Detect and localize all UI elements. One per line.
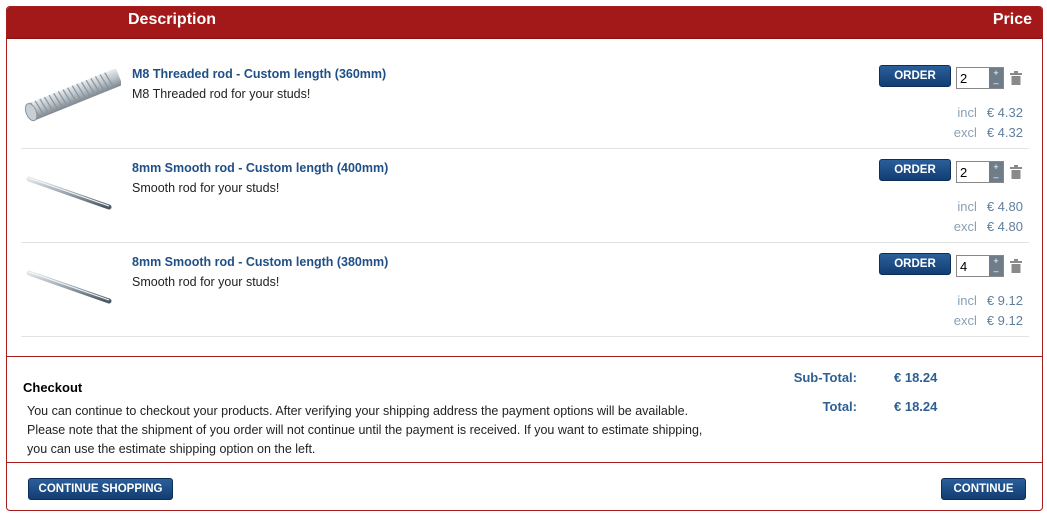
order-button[interactable]: ORDER [879,159,951,181]
excl-value: € 4.32 [986,125,1023,140]
order-button[interactable]: ORDER [879,253,951,275]
cart-panel: Description Price M8 Threaded rod - Cust… [6,6,1043,511]
item-subtitle: M8 Threaded rod for your studs! [132,87,311,101]
checkout-text: You can continue to checkout your produc… [27,404,703,456]
excl-label: excl [953,219,977,234]
incl-value: € 4.32 [986,105,1023,120]
increment-icon[interactable]: + [989,256,1003,266]
smooth-rod-image [26,270,112,304]
cart-item: 8mm Smooth rod - Custom length (380mm) S… [21,243,1029,337]
subtotal-label: Sub-Total: [793,370,857,385]
cart-header: Description Price [7,7,1042,39]
increment-icon[interactable]: + [989,162,1003,172]
decrement-icon[interactable]: – [989,266,1003,276]
item-subtitle: Smooth rod for your studs! [132,275,280,289]
quantity-stepper[interactable]: 2 + – [956,161,1004,183]
price-header: Price [992,11,1032,28]
cart-item: M8 Threaded rod - Custom length (360mm) … [21,55,1029,149]
continue-button[interactable]: CONTINUE [941,478,1026,500]
order-button[interactable]: ORDER [879,65,951,87]
price-incl: incl € 9.12 [943,293,1023,308]
excl-label: excl [953,125,977,140]
footer-divider [7,462,1042,463]
smooth-rod-image [26,176,112,210]
total-value: € 18.24 [894,399,938,414]
decrement-icon[interactable]: – [989,78,1003,88]
item-subtitle: Smooth rod for your studs! [132,181,280,195]
incl-value: € 9.12 [986,293,1023,308]
quantity-stepper[interactable]: 2 + – [956,67,1004,89]
excl-value: € 4.80 [986,219,1023,234]
price-excl: excl € 4.80 [943,219,1023,234]
increment-icon[interactable]: + [989,68,1003,78]
checkout-title: Checkout [23,380,83,395]
item-title-link[interactable]: M8 Threaded rod - Custom length (360mm) [132,67,386,81]
quantity-value[interactable]: 2 [960,165,967,180]
price-incl: incl € 4.32 [943,105,1023,120]
continue-shopping-button[interactable]: CONTINUE SHOPPING [28,478,173,500]
threaded-rod-image [24,68,121,122]
total-label: Total: [822,399,857,414]
decrement-icon[interactable]: – [989,172,1003,182]
spinner[interactable]: + – [989,162,1003,182]
excl-value: € 9.12 [986,313,1023,328]
cart-items: M8 Threaded rod - Custom length (360mm) … [21,55,1029,337]
quantity-stepper[interactable]: 4 + – [956,255,1004,277]
incl-label: incl [957,105,977,120]
quantity-value[interactable]: 4 [960,259,967,274]
cart-item: 8mm Smooth rod - Custom length (400mm) S… [21,149,1029,243]
item-title-link[interactable]: 8mm Smooth rod - Custom length (380mm) [132,255,388,269]
incl-label: incl [957,199,977,214]
spinner[interactable]: + – [989,256,1003,276]
incl-label: incl [957,293,977,308]
item-title-link[interactable]: 8mm Smooth rod - Custom length (400mm) [132,161,388,175]
spinner[interactable]: + – [989,68,1003,88]
trash-icon[interactable] [1010,165,1022,179]
subtotal-value: € 18.24 [894,370,938,385]
trash-icon[interactable] [1010,259,1022,273]
price-incl: incl € 4.80 [943,199,1023,214]
incl-value: € 4.80 [986,199,1023,214]
section-divider [7,356,1042,357]
price-excl: excl € 9.12 [943,313,1023,328]
price-excl: excl € 4.32 [943,125,1023,140]
quantity-value[interactable]: 2 [960,71,967,86]
description-header: Description [128,11,217,28]
excl-label: excl [953,313,977,328]
trash-icon[interactable] [1010,71,1022,85]
